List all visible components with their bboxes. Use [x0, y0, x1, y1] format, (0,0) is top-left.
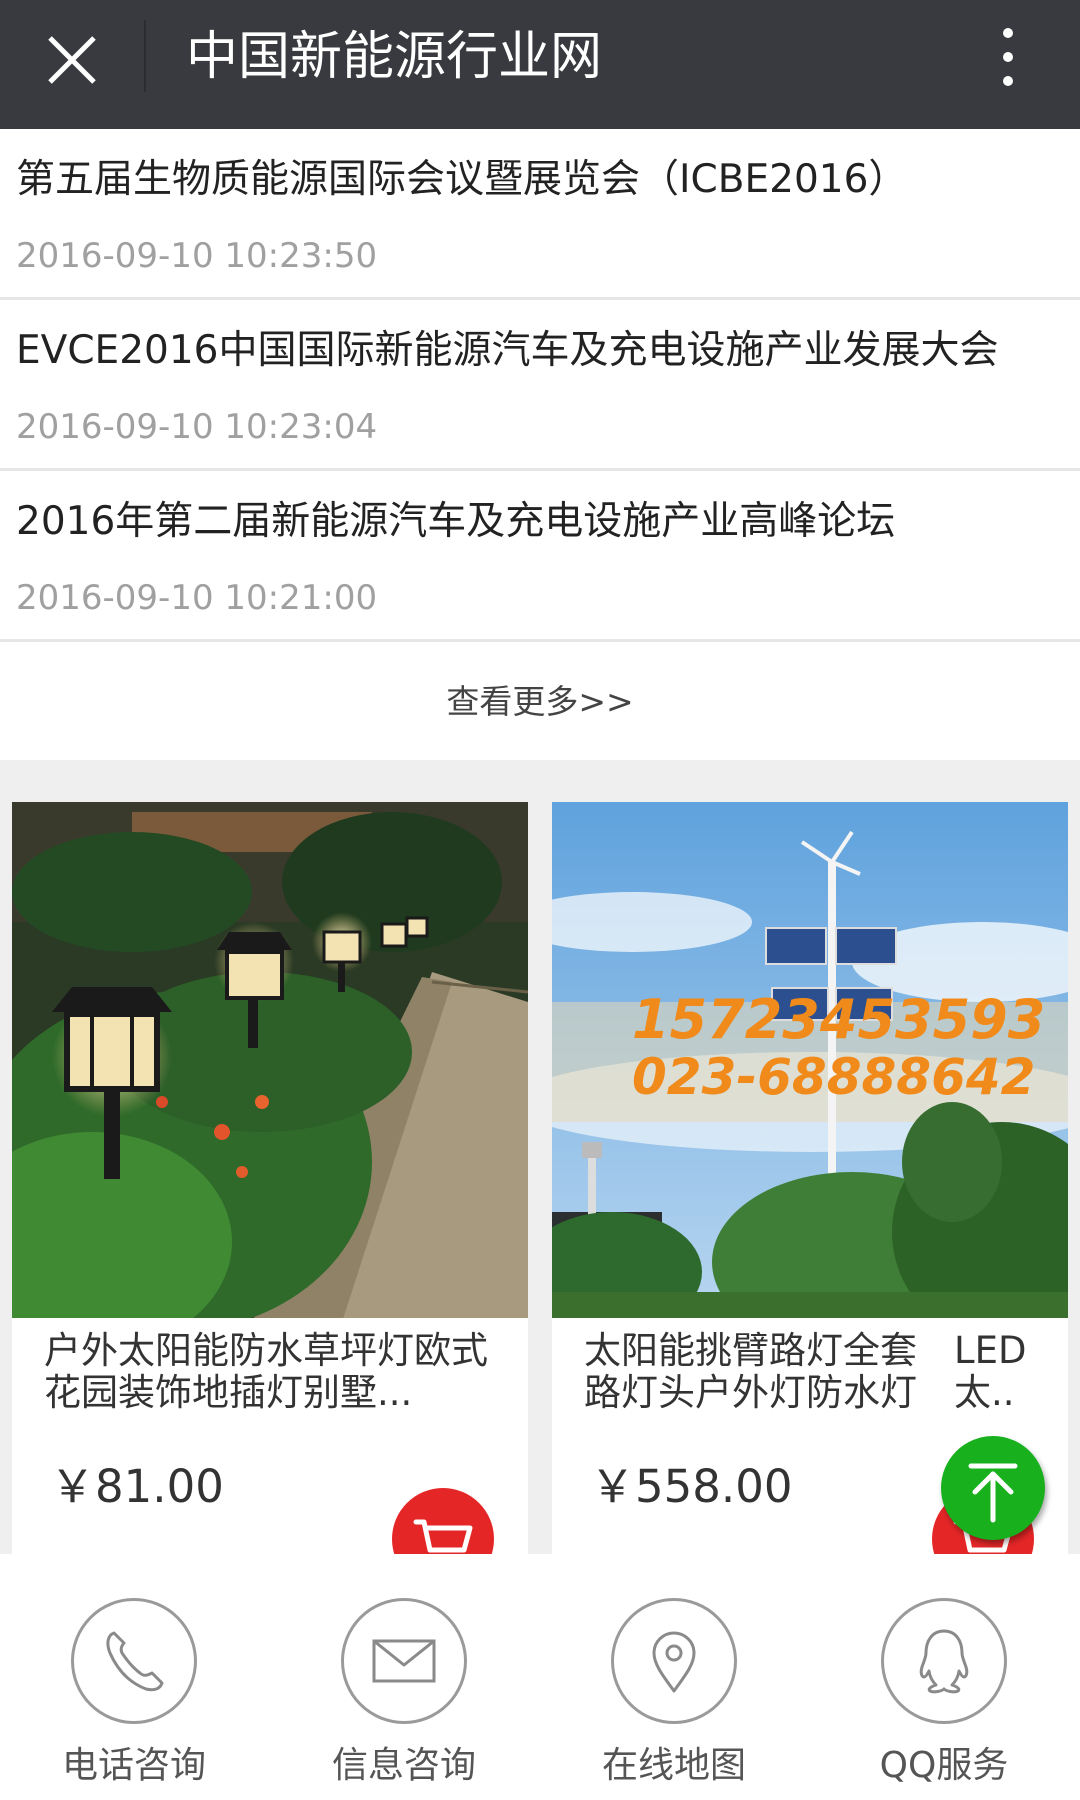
cart-icon	[413, 1519, 473, 1553]
close-button[interactable]	[40, 28, 104, 92]
nav-qq-service[interactable]: QQ服务	[844, 1598, 1044, 1798]
nav-message-consult[interactable]: 信息咨询	[304, 1598, 504, 1798]
page-title: 中国新能源行业网	[186, 27, 603, 87]
mail-icon	[372, 1639, 436, 1683]
product-grid: 户外太阳能防水草坪灯欧式花园装饰地插灯别墅... ￥81.00 15723453…	[0, 760, 1080, 1554]
back-to-top-button[interactable]	[941, 1436, 1045, 1540]
more-vertical-icon	[1003, 28, 1013, 38]
nav-phone-consult[interactable]: 电话咨询	[34, 1598, 234, 1798]
news-date: 2016-09-10 10:21:00	[16, 578, 378, 618]
nav-icon-circle	[341, 1598, 467, 1724]
qq-icon	[919, 1629, 969, 1694]
title-divider	[144, 20, 146, 92]
product-title: 太阳能挑臂路灯全套 LED路灯头户外灯防水灯 太..	[584, 1330, 1027, 1414]
bottom-nav: 电话咨询 信息咨询 在线地图 QQ服务	[0, 1554, 1080, 1800]
phone-watermark-line2: 023-68888642	[632, 1048, 1035, 1106]
news-title: 2016年第二届新能源汽车及充电设施产业高峰论坛	[16, 499, 896, 544]
product-title: 户外太阳能防水草坪灯欧式花园装饰地插灯别墅...	[44, 1330, 488, 1414]
news-date: 2016-09-10 10:23:50	[16, 236, 378, 276]
title-bar: 中国新能源行业网	[0, 0, 1080, 129]
news-title: EVCE2016中国国际新能源汽车及充电设施产业发展大会	[16, 328, 999, 373]
news-title: 第五届生物质能源国际会议暨展览会（ICBE2016）	[16, 157, 908, 202]
product-image[interactable]: 15723453593 023-68888642	[552, 802, 1068, 1318]
nav-online-map[interactable]: 在线地图	[574, 1598, 774, 1798]
nav-label: 信息咨询	[331, 1745, 476, 1786]
news-list: 第五届生物质能源国际会议暨展览会（ICBE2016） 2016-09-10 10…	[0, 129, 1080, 642]
product-card[interactable]: 户外太阳能防水草坪灯欧式花园装饰地插灯别墅... ￥81.00	[12, 802, 528, 1554]
news-date: 2016-09-10 10:23:04	[16, 407, 378, 447]
nav-label: 在线地图	[601, 1745, 746, 1786]
phone-icon	[106, 1631, 164, 1692]
nav-icon-circle	[881, 1598, 1007, 1724]
news-item[interactable]: EVCE2016中国国际新能源汽车及充电设施产业发展大会 2016-09-10 …	[0, 300, 1080, 471]
location-pin-icon	[652, 1631, 696, 1693]
add-to-cart-button[interactable]	[392, 1488, 494, 1554]
close-icon	[48, 36, 96, 84]
more-menu-button[interactable]	[985, 22, 1031, 92]
product-price: ￥81.00	[50, 1460, 224, 1513]
product-price: ￥558.00	[590, 1460, 793, 1513]
nav-icon-circle	[611, 1598, 737, 1724]
arrow-up-icon	[968, 1463, 1018, 1523]
nav-label: QQ服务	[879, 1745, 1009, 1786]
view-more-link[interactable]: 查看更多>>	[0, 644, 1080, 760]
news-item[interactable]: 2016年第二届新能源汽车及充电设施产业高峰论坛 2016-09-10 10:2…	[0, 471, 1080, 642]
news-item[interactable]: 第五届生物质能源国际会议暨展览会（ICBE2016） 2016-09-10 10…	[0, 129, 1080, 300]
product-image[interactable]	[12, 802, 528, 1318]
nav-icon-circle	[71, 1598, 197, 1724]
phone-watermark-line1: 15723453593	[632, 988, 1045, 1051]
nav-label: 电话咨询	[61, 1745, 206, 1786]
